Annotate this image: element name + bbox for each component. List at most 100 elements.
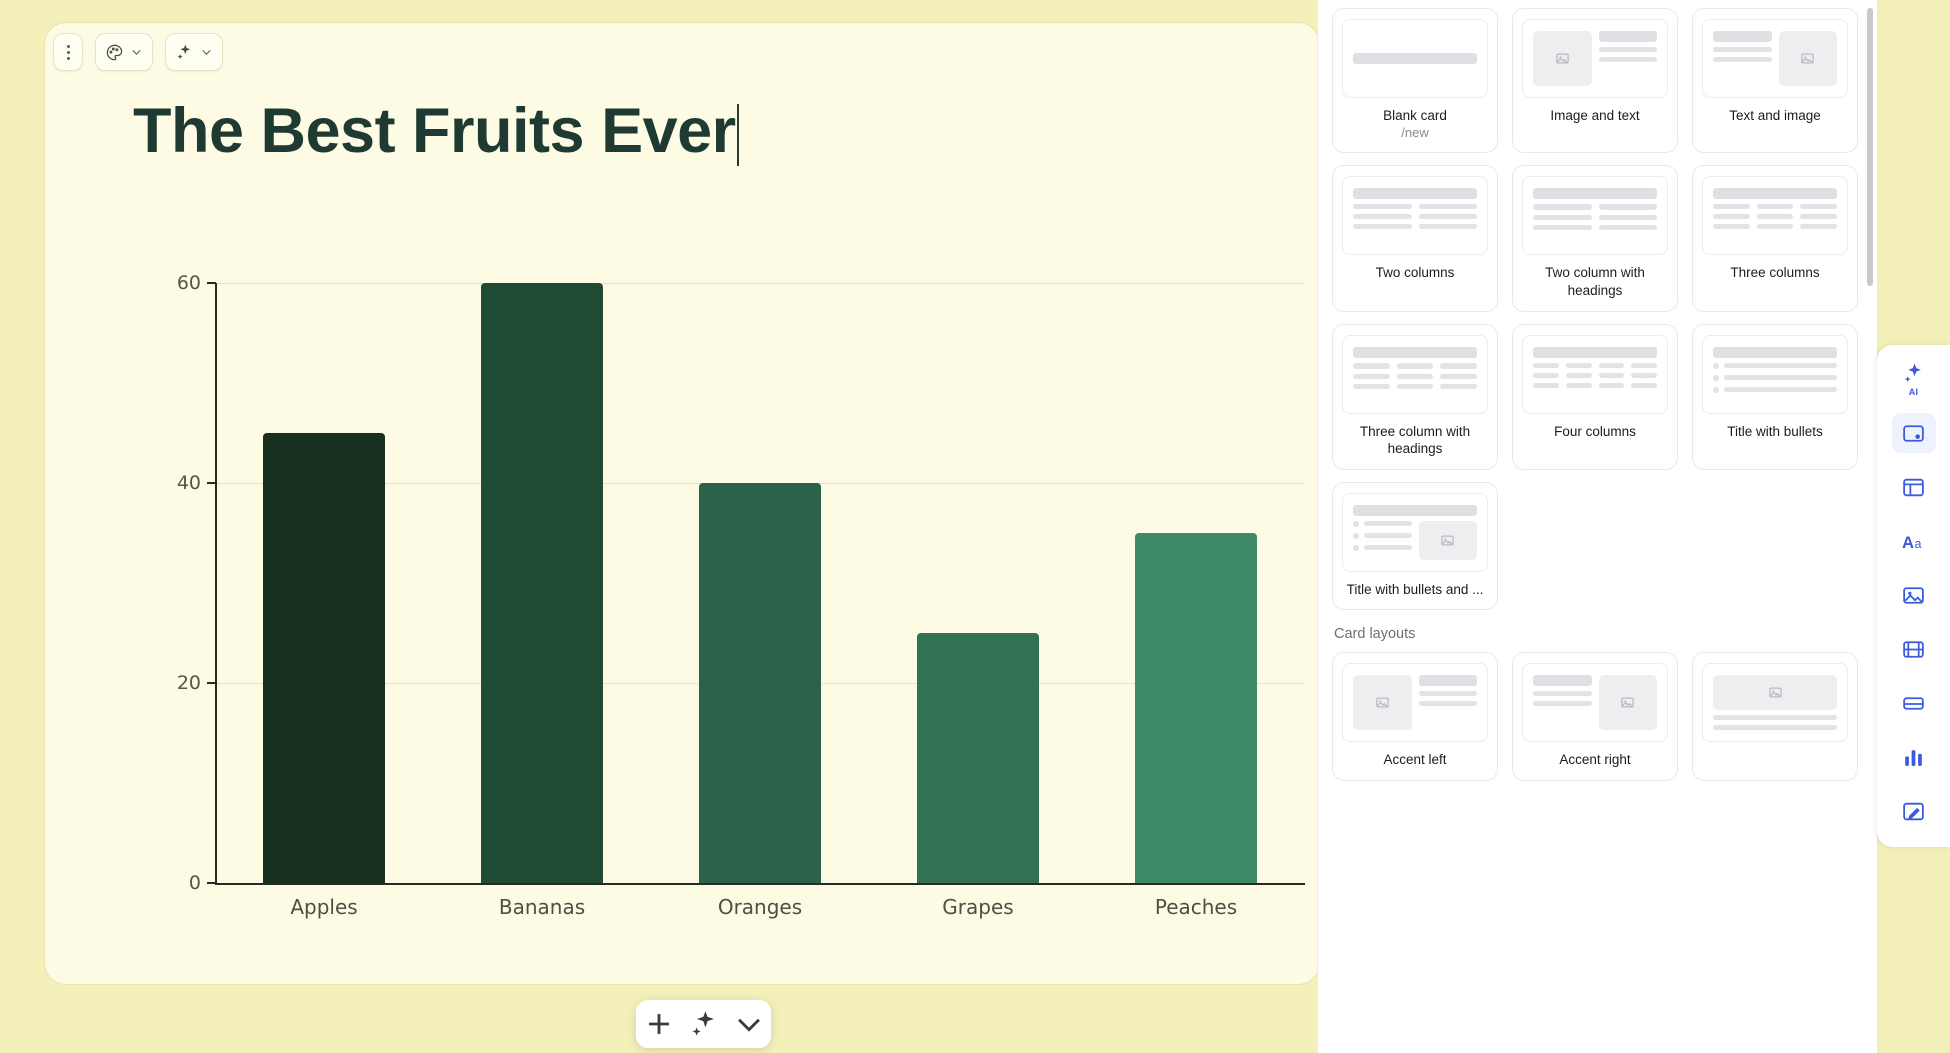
thumb-bullet-row [1713, 362, 1837, 369]
thumb-column [1418, 675, 1477, 730]
thumb-bullet-dot [1713, 362, 1719, 369]
thumb-column [1598, 675, 1657, 731]
template-card-label: Title with bullets [1727, 423, 1823, 439]
rail-item-charts[interactable] [1892, 737, 1936, 777]
template-card[interactable]: Image and text [1512, 8, 1678, 154]
thumb-line [1598, 215, 1657, 221]
thumb-column [1756, 204, 1794, 243]
thumb-bullet-row [1713, 386, 1837, 393]
thumb-columns [1533, 31, 1657, 86]
drag-handle-icon [66, 44, 70, 60]
y-axis-tick-label: 20 [176, 672, 201, 694]
thumb-column [1533, 204, 1592, 243]
rail-item-ai-label: AI [1908, 387, 1919, 397]
thumb-line [1724, 375, 1837, 381]
thumb-column [1713, 31, 1772, 86]
rail-item-images[interactable] [1892, 575, 1936, 615]
thumb-line [1598, 372, 1625, 378]
thumb-line [1598, 204, 1657, 211]
thumb-title-bullets-image [1342, 492, 1488, 572]
thumb-accent-left [1342, 663, 1488, 743]
thumb-image-placeholder [1598, 675, 1657, 731]
thumb-line [1724, 363, 1837, 369]
rail-item-ai-tools[interactable]: AI [1892, 359, 1936, 399]
thumb-line [1533, 362, 1559, 368]
thumb-line [1713, 47, 1772, 52]
thumb-line [1533, 225, 1592, 231]
template-card[interactable]: Accent right [1512, 652, 1678, 781]
palette-icon [105, 43, 124, 62]
thumb-column [1418, 204, 1477, 243]
ai-insert-button[interactable] [687, 1007, 721, 1041]
template-card-label: Image and text [1550, 108, 1640, 123]
template-card-grid: Accent left Accent right [1332, 652, 1858, 781]
bar-oranges[interactable] [698, 483, 822, 883]
thumb-image-placeholder [1418, 520, 1477, 560]
thumb-title-bullets [1702, 334, 1848, 414]
rail-item-embeds[interactable] [1892, 683, 1936, 723]
template-card[interactable] [1692, 652, 1858, 781]
bar-bananas[interactable] [480, 283, 604, 883]
page-title[interactable]: The Best Fruits Ever [133, 96, 1233, 167]
template-card-label: Accent right [1559, 752, 1631, 768]
rail-item-drawing[interactable] [1892, 791, 1936, 831]
thumb-columns [1353, 675, 1477, 731]
panel-scrollbar[interactable] [1867, 8, 1873, 286]
thumb-column [1353, 675, 1412, 731]
thumb-column [1778, 31, 1837, 86]
thumb-bullet-dot [1713, 374, 1719, 381]
thumb-line [1756, 214, 1794, 220]
thumb-three-columns [1702, 176, 1848, 256]
y-axis-tick-mark [207, 482, 216, 484]
rail-item-text[interactable]: Aa [1892, 521, 1936, 561]
x-axis-label: Oranges [717, 895, 803, 919]
bar-grapes[interactable] [916, 633, 1040, 883]
template-card[interactable]: Two columns [1332, 165, 1498, 312]
thumb-line [1440, 362, 1478, 369]
theme-button[interactable] [95, 33, 153, 71]
template-card[interactable]: Title with bullets [1692, 323, 1858, 470]
ai-button[interactable] [165, 33, 223, 71]
bar-apples[interactable] [262, 433, 386, 883]
thumb-accent-top [1702, 663, 1848, 743]
x-axis-line [215, 883, 1305, 885]
thumb-line [1533, 215, 1592, 221]
template-card[interactable]: Accent left [1332, 652, 1498, 781]
template-panel-scroll[interactable]: Blank card/new Image and text Text and ima… [1318, 0, 1877, 1053]
rail-item-layouts[interactable] [1892, 467, 1936, 507]
template-card[interactable]: Three column with headings [1332, 323, 1498, 470]
thumb-bullet-dot [1353, 520, 1359, 527]
rail-item-media[interactable] [1892, 629, 1936, 669]
bar-chart[interactable]: 0 20 40 60 Apples Bananas Oranges Grapes Peache… [115, 233, 1305, 919]
thumb-bullets [1353, 520, 1412, 551]
thumb-line [1533, 372, 1559, 378]
slide-card[interactable]: The Best Fruits Ever 0 20 40 60 Apples Banan… [44, 22, 1320, 985]
thumb-column [1713, 204, 1750, 243]
template-card[interactable]: Three columns [1692, 165, 1858, 312]
add-card-button[interactable] [642, 1007, 676, 1041]
template-card[interactable]: Two column with headings [1512, 165, 1678, 312]
thumb-line [1418, 701, 1477, 707]
thumb-bullets [1713, 362, 1837, 393]
thumb-image-placeholder [1533, 31, 1592, 86]
template-card[interactable]: Title with bullets and ... [1332, 481, 1498, 611]
thumb-line [1713, 346, 1837, 358]
drag-handle-button[interactable] [53, 33, 83, 71]
thumb-bullet-dot [1353, 544, 1359, 551]
template-card[interactable]: Four columns [1512, 323, 1678, 470]
thumb-line [1713, 204, 1750, 210]
template-card[interactable]: Blank card/new [1332, 8, 1498, 154]
bar-peaches[interactable] [1134, 533, 1258, 883]
thumb-image-placeholder [1353, 675, 1412, 731]
thumb-line [1713, 214, 1750, 220]
thumb-line [1353, 383, 1390, 389]
more-insert-button[interactable] [732, 1007, 766, 1041]
page-title-text: The Best Fruits Ever [133, 96, 736, 166]
rail-item-cards[interactable] [1891, 413, 1936, 453]
thumb-line [1713, 188, 1837, 200]
x-axis-label: Peaches [1154, 895, 1238, 919]
thumb-column [1440, 362, 1478, 402]
thumb-line [1418, 214, 1477, 220]
tool-rail: AI Aa [1877, 345, 1950, 847]
template-card[interactable]: Text and image [1692, 8, 1858, 154]
